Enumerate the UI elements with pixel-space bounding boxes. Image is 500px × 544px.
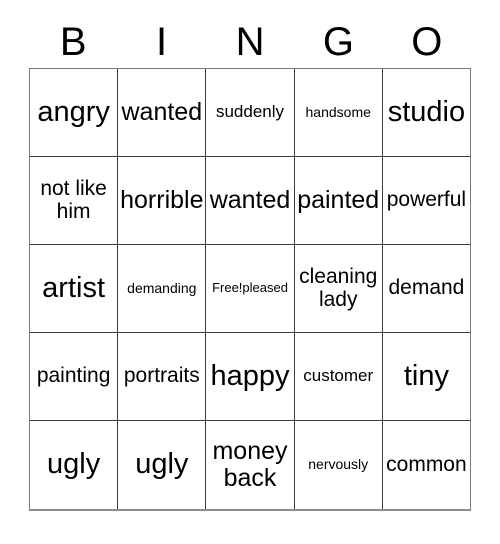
bingo-cell-label: happy xyxy=(210,359,290,392)
bingo-cell[interactable]: happy xyxy=(206,333,295,421)
bingo-cell-label: artist xyxy=(42,271,106,304)
bingo-cell[interactable]: studio xyxy=(382,69,471,157)
bingo-row: ugly ugly money back nervously common xyxy=(30,421,471,509)
bingo-cell-label: common xyxy=(386,452,467,476)
header-letter-o: O xyxy=(411,20,443,64)
bingo-cell-label: powerful xyxy=(386,188,467,212)
bingo-cell-label: studio xyxy=(387,95,466,128)
bingo-cell-label: handsome xyxy=(305,103,371,120)
bingo-cell-label: cleaning lady xyxy=(299,264,378,311)
header-letter-i: I xyxy=(156,20,168,64)
bingo-cell-label: angry xyxy=(37,95,110,128)
bingo-cell[interactable]: money back xyxy=(206,421,295,509)
bingo-cell[interactable]: angry xyxy=(30,69,119,157)
bingo-cell[interactable]: customer xyxy=(294,333,383,421)
bingo-cell-label: tiny xyxy=(403,359,449,392)
bingo-row: not like him horrible wanted painted pow… xyxy=(30,157,471,245)
bingo-cell-label: ugly xyxy=(135,448,189,481)
bingo-cell[interactable]: tiny xyxy=(382,333,471,421)
bingo-cell-label: demand xyxy=(388,276,465,300)
bingo-cell-label: ugly xyxy=(47,448,101,481)
bingo-cell[interactable]: not like him xyxy=(30,157,119,245)
bingo-cell[interactable]: wanted xyxy=(118,69,207,157)
bingo-cell-label: money back xyxy=(212,437,288,492)
bingo-cell[interactable]: painted xyxy=(294,157,383,245)
bingo-cell[interactable]: demanding xyxy=(118,245,207,333)
bingo-cell[interactable]: handsome xyxy=(294,69,383,157)
bingo-cell-label: customer xyxy=(303,366,374,386)
bingo-cell[interactable]: ugly xyxy=(118,421,207,509)
bingo-cell-label: wanted xyxy=(209,186,291,214)
bingo-cell-label: Free!pleased xyxy=(212,280,288,296)
bingo-cell[interactable]: powerful xyxy=(382,157,471,245)
bingo-cell-label: wanted xyxy=(121,98,203,126)
bingo-grid: angry wanted suddenly handsome studio no… xyxy=(29,68,471,511)
bingo-cell-free-space[interactable]: Free!pleased xyxy=(206,245,295,333)
bingo-cell-label: suddenly xyxy=(215,102,285,122)
bingo-cell[interactable]: painting xyxy=(30,333,119,421)
bingo-cell[interactable]: common xyxy=(382,421,471,509)
bingo-row: painting portraits happy customer tiny xyxy=(30,333,471,421)
header-letter-g: G xyxy=(322,20,354,64)
header-letter-b: B xyxy=(59,20,87,64)
bingo-row: artist demanding Free!pleased cleaning l… xyxy=(30,245,471,333)
bingo-cell-label: nervously xyxy=(308,456,369,473)
bingo-cell[interactable]: portraits xyxy=(118,333,207,421)
bingo-cell-label: painted xyxy=(297,186,380,214)
bingo-cell[interactable]: nervously xyxy=(294,421,383,509)
bingo-cell[interactable]: ugly xyxy=(30,421,119,509)
bingo-cell-label: not like him xyxy=(40,176,107,223)
bingo-cell[interactable]: artist xyxy=(30,245,119,333)
bingo-cell[interactable]: suddenly xyxy=(206,69,295,157)
header-letter-n: N xyxy=(235,20,265,64)
bingo-card: B I N G O angry wanted suddenly handsome… xyxy=(29,16,471,511)
bingo-cell-label: painting xyxy=(36,364,111,388)
bingo-cell[interactable]: cleaning lady xyxy=(294,245,383,333)
bingo-cell-label: horrible xyxy=(120,186,204,214)
bingo-cell[interactable]: horrible xyxy=(118,157,207,245)
bingo-cell-label: portraits xyxy=(123,364,200,388)
bingo-row: angry wanted suddenly handsome studio xyxy=(30,69,471,157)
bingo-cell[interactable]: wanted xyxy=(206,157,295,245)
bingo-cell[interactable]: demand xyxy=(382,245,471,333)
bingo-cell-label: demanding xyxy=(127,279,197,296)
bingo-header: B I N G O xyxy=(29,16,471,68)
